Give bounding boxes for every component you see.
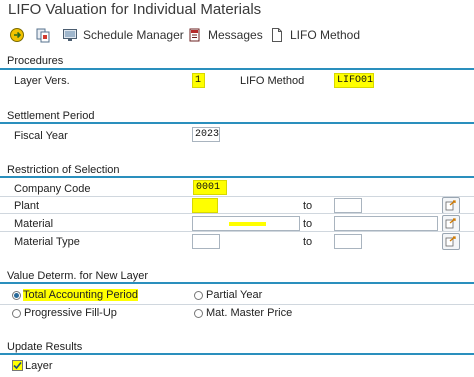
checkmark-icon bbox=[13, 361, 22, 370]
material-highlight bbox=[229, 222, 266, 226]
fiscal-year-field[interactable]: 2023 bbox=[192, 127, 220, 142]
arrow-right-icon bbox=[445, 236, 456, 247]
radio-button[interactable] bbox=[12, 309, 21, 318]
variant-button[interactable] bbox=[35, 25, 51, 45]
material-type-to-field[interactable] bbox=[334, 234, 362, 249]
messages-label: Messages bbox=[208, 28, 263, 42]
material-label: Material bbox=[14, 218, 54, 230]
settlement-section-title: Settlement Period bbox=[7, 110, 95, 122]
procedures-section-title: Procedures bbox=[7, 55, 64, 67]
material-type-to-label: to bbox=[303, 236, 313, 248]
monitor-icon bbox=[62, 27, 78, 43]
plant-to-field[interactable] bbox=[334, 198, 362, 213]
company-code-label: Company Code bbox=[14, 183, 91, 195]
row-separator bbox=[0, 196, 474, 197]
schedule-manager-label: Schedule Manager bbox=[83, 28, 184, 42]
material-to-field[interactable] bbox=[334, 216, 438, 231]
execute-button[interactable] bbox=[9, 25, 25, 45]
radio-button-selected[interactable] bbox=[12, 291, 21, 300]
toolbar: Schedule Manager Messages LIFO Method bbox=[0, 22, 474, 48]
value-determ-section-title: Value Determ. for New Layer bbox=[7, 270, 149, 282]
material-type-label: Material Type bbox=[14, 236, 80, 248]
radio-progressive-fill-up-label: Progressive Fill-Up bbox=[24, 307, 117, 319]
plant-multiple-selection-button[interactable] bbox=[442, 197, 460, 214]
arrow-right-icon bbox=[445, 200, 456, 211]
plant-to-label: to bbox=[303, 200, 313, 212]
row-separator bbox=[0, 304, 474, 305]
fiscal-year-label: Fiscal Year bbox=[14, 130, 68, 142]
arrow-right-icon bbox=[445, 218, 456, 229]
restriction-divider bbox=[0, 176, 474, 178]
radio-button[interactable] bbox=[194, 291, 203, 300]
execute-icon bbox=[9, 27, 25, 43]
row-separator bbox=[0, 231, 474, 232]
restriction-section-title: Restriction of Selection bbox=[7, 164, 120, 176]
material-type-from-field[interactable] bbox=[192, 234, 220, 249]
lifo-method-field[interactable]: LIFO01 bbox=[334, 73, 374, 88]
plant-from-field[interactable] bbox=[192, 198, 218, 213]
layer-checkbox[interactable] bbox=[12, 360, 23, 371]
message-icon bbox=[187, 27, 203, 43]
material-type-multiple-selection-button[interactable] bbox=[442, 233, 460, 250]
document-icon bbox=[269, 27, 285, 43]
update-results-section-title: Update Results bbox=[7, 341, 83, 353]
messages-button[interactable]: Messages bbox=[187, 25, 263, 45]
radio-total-accounting-period-label: Total Accounting Period bbox=[23, 289, 138, 301]
layer-vers-label: Layer Vers. bbox=[14, 75, 70, 87]
lifo-method-field-label: LIFO Method bbox=[240, 75, 305, 87]
material-to-label: to bbox=[303, 218, 313, 230]
layer-vers-field[interactable]: 1 bbox=[192, 73, 205, 88]
settlement-divider bbox=[0, 122, 474, 124]
procedures-divider bbox=[0, 68, 474, 70]
company-code-field[interactable]: 0001 bbox=[193, 180, 227, 195]
material-from-field[interactable] bbox=[192, 216, 300, 231]
lifo-method-label: LIFO Method bbox=[290, 28, 361, 42]
plant-label: Plant bbox=[14, 200, 40, 212]
radio-partial-year-label: Partial Year bbox=[206, 289, 263, 301]
window-title: LIFO Valuation for Individual Materials bbox=[8, 1, 262, 18]
radio-mat-master-price-label: Mat. Master Price bbox=[206, 307, 293, 319]
variant-icon bbox=[35, 27, 51, 43]
value-determ-divider bbox=[0, 282, 474, 284]
radio-button[interactable] bbox=[194, 309, 203, 318]
row-separator bbox=[0, 213, 474, 214]
lifo-method-button[interactable]: LIFO Method bbox=[269, 25, 360, 45]
layer-checkbox-label: Layer bbox=[25, 360, 53, 372]
material-multiple-selection-button[interactable] bbox=[442, 215, 460, 232]
schedule-manager-button[interactable]: Schedule Manager bbox=[62, 25, 184, 45]
update-results-divider bbox=[0, 353, 474, 355]
